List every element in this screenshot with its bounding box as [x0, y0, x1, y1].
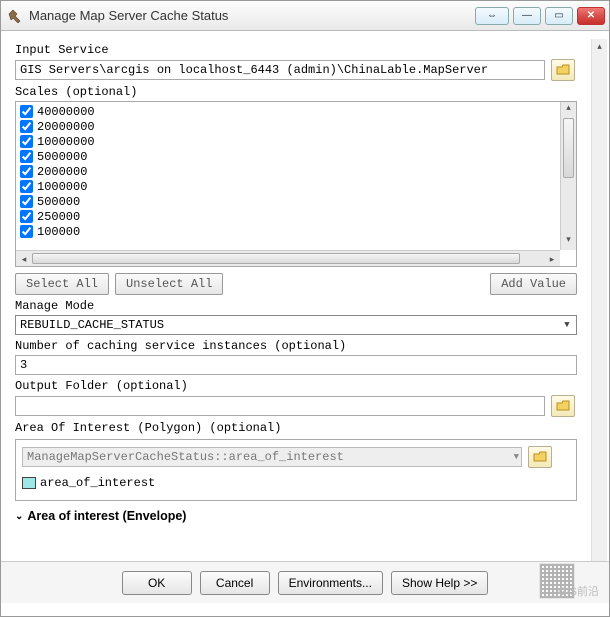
manage-mode-combo[interactable]: REBUILD_CACHE_STATUS ▼ [15, 315, 577, 335]
aoi-polygon-combo[interactable]: ManageMapServerCacheStatus::area_of_inte… [22, 447, 522, 467]
scale-row[interactable]: 10000000 [18, 134, 574, 149]
vscroll-thumb[interactable] [563, 118, 574, 178]
window-title: Manage Map Server Cache Status [29, 8, 475, 23]
scale-row[interactable]: 1000000 [18, 179, 574, 194]
input-service-value: GIS Servers\arcgis on localhost_6443 (ad… [20, 63, 488, 77]
scale-value: 20000000 [37, 120, 95, 134]
environments-button[interactable]: Environments... [278, 571, 383, 595]
dialog-footer: OK Cancel Environments... Show Help >> G… [1, 561, 609, 603]
minimize-button[interactable]: — [513, 7, 541, 25]
scale-row[interactable]: 250000 [18, 209, 574, 224]
aoi-polygon-combo-value: ManageMapServerCacheStatus::area_of_inte… [27, 450, 344, 464]
chevron-down-icon: ▼ [560, 318, 574, 332]
aoi-envelope-toggle[interactable]: ⌄ Area of interest (Envelope) [15, 509, 597, 523]
input-service-label: Input Service [15, 43, 597, 57]
hscroll-thumb[interactable] [32, 253, 520, 264]
scale-value: 5000000 [37, 150, 87, 164]
unselect-all-button[interactable]: Unselect All [115, 273, 223, 295]
aoi-layer-row[interactable]: area_of_interest [22, 476, 570, 490]
scale-checkbox[interactable] [20, 180, 33, 193]
input-service-field[interactable]: GIS Servers\arcgis on localhost_6443 (ad… [15, 60, 545, 80]
show-help-button[interactable]: Show Help >> [391, 571, 488, 595]
watermark-text: GIS前沿 [558, 583, 599, 599]
maximize-button[interactable]: ▭ [545, 7, 573, 25]
scales-listbox[interactable]: 4000000020000000100000005000000200000010… [15, 101, 577, 267]
close-button[interactable]: ✕ [577, 7, 605, 25]
scale-checkbox[interactable] [20, 105, 33, 118]
output-folder-label: Output Folder (optional) [15, 379, 597, 393]
scale-row[interactable]: 100000 [18, 224, 574, 239]
ok-button[interactable]: OK [122, 571, 192, 595]
scroll-up-icon: ▴ [561, 102, 576, 118]
scale-value: 1000000 [37, 180, 87, 194]
scroll-left-icon: ◂ [16, 251, 32, 266]
scales-hscrollbar[interactable]: ◂ ▸ [16, 250, 560, 266]
scroll-right-icon: ▸ [544, 251, 560, 266]
app-icon [7, 8, 23, 24]
browse-aoi-button[interactable] [528, 446, 552, 468]
scale-row[interactable]: 2000000 [18, 164, 574, 179]
swap-button[interactable]: ⇔ [475, 7, 509, 25]
chevron-down-icon: ⌄ [15, 511, 23, 522]
add-value-button[interactable]: Add Value [490, 273, 577, 295]
scales-vscrollbar[interactable]: ▴ ▾ [560, 102, 576, 250]
scale-checkbox[interactable] [20, 120, 33, 133]
cancel-button[interactable]: Cancel [200, 571, 270, 595]
folder-icon [533, 451, 547, 463]
instances-label: Number of caching service instances (opt… [15, 339, 597, 353]
instances-field[interactable]: 3 [15, 355, 577, 375]
scale-value: 250000 [37, 210, 80, 224]
aoi-polygon-box: ManageMapServerCacheStatus::area_of_inte… [15, 439, 577, 501]
dialog-content: ▴ Input Service GIS Servers\arcgis on lo… [1, 31, 609, 561]
scales-items: 4000000020000000100000005000000200000010… [16, 102, 576, 266]
aoi-layer-name: area_of_interest [40, 476, 155, 490]
folder-icon [556, 64, 570, 76]
aoi-envelope-label: Area of interest (Envelope) [27, 509, 186, 523]
output-folder-field[interactable] [15, 396, 545, 416]
scale-value: 40000000 [37, 105, 95, 119]
scales-button-row: Select All Unselect All Add Value [15, 273, 577, 295]
scales-label: Scales (optional) [15, 85, 597, 99]
chevron-down-icon: ▼ [514, 452, 519, 462]
polygon-swatch-icon [22, 477, 36, 489]
folder-icon [556, 400, 570, 412]
manage-mode-value: REBUILD_CACHE_STATUS [20, 318, 164, 332]
scale-checkbox[interactable] [20, 135, 33, 148]
scale-row[interactable]: 20000000 [18, 119, 574, 134]
scale-checkbox[interactable] [20, 165, 33, 178]
scale-checkbox[interactable] [20, 225, 33, 238]
scale-row[interactable]: 40000000 [18, 104, 574, 119]
scale-row[interactable]: 5000000 [18, 149, 574, 164]
scale-checkbox[interactable] [20, 195, 33, 208]
scroll-up-icon: ▴ [597, 41, 602, 52]
scale-checkbox[interactable] [20, 210, 33, 223]
instances-value: 3 [20, 358, 27, 372]
scale-value: 2000000 [37, 165, 87, 179]
browse-input-service-button[interactable] [551, 59, 575, 81]
scale-value: 500000 [37, 195, 80, 209]
manage-mode-label: Manage Mode [15, 299, 597, 313]
scroll-down-icon: ▾ [561, 234, 576, 250]
scale-value: 100000 [37, 225, 80, 239]
aoi-polygon-label: Area Of Interest (Polygon) (optional) [15, 421, 597, 435]
scale-row[interactable]: 500000 [18, 194, 574, 209]
browse-output-folder-button[interactable] [551, 395, 575, 417]
select-all-button[interactable]: Select All [15, 273, 109, 295]
titlebar: Manage Map Server Cache Status ⇔ — ▭ ✕ [1, 1, 609, 31]
scale-checkbox[interactable] [20, 150, 33, 163]
window-controls: ⇔ — ▭ ✕ [475, 7, 609, 25]
scale-value: 10000000 [37, 135, 95, 149]
content-scrollbar[interactable]: ▴ [591, 39, 607, 561]
